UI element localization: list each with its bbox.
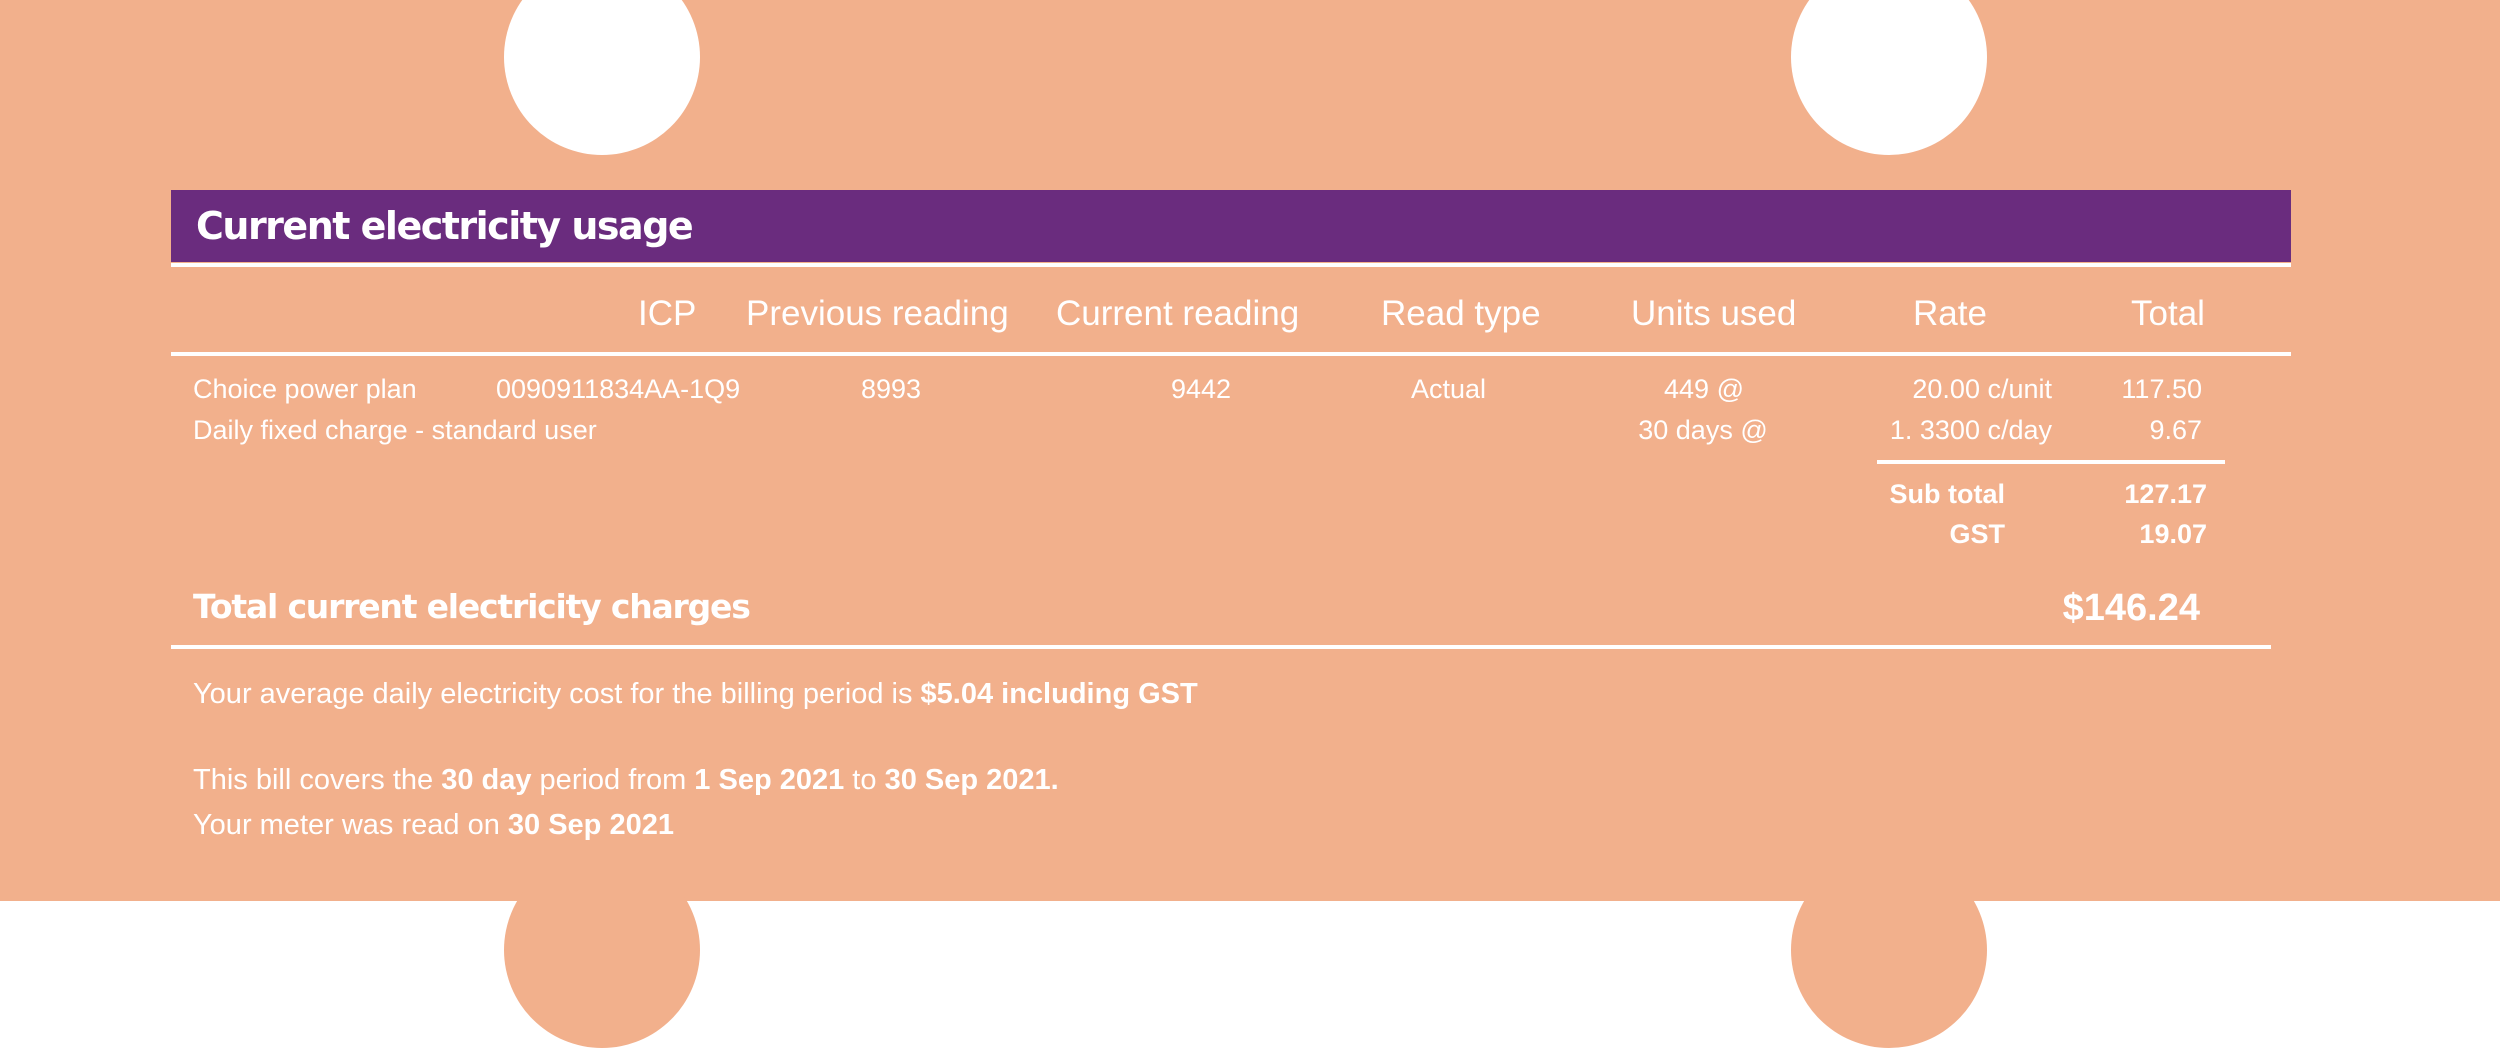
row-total: 9.67 <box>2149 415 2202 445</box>
column-header-units-used: Units used <box>1631 294 1797 333</box>
period-days: 30 day <box>441 764 532 796</box>
note-text: period from <box>531 764 695 796</box>
note-text: to <box>844 764 885 796</box>
billing-period-note: This bill covers the 30 day period from … <box>193 766 1059 795</box>
note-text: Your average daily electricity cost for … <box>193 678 921 710</box>
section-header: Current electricity usage <box>171 190 2291 262</box>
meter-read-note: Your meter was read on 30 Sep 2021 <box>193 811 674 840</box>
meter-read-date: 30 Sep 2021 <box>507 809 674 841</box>
total-charges-label: Total current electricity charges <box>193 587 751 626</box>
row-icp: 0090911834AA-1Q9 <box>496 374 741 404</box>
column-header-total: Total <box>2131 294 2205 333</box>
subtotal-value: 127.17 <box>2124 479 2207 509</box>
decorative-circle <box>1791 852 1987 1048</box>
column-header-icp: ICP <box>638 294 697 333</box>
period-start-date: 1 Sep 2021 <box>694 764 845 796</box>
note-text: This bill covers the <box>193 764 442 796</box>
divider <box>171 352 2291 356</box>
section-title: Current electricity usage <box>196 204 694 248</box>
average-daily-cost-value: $5.04 including GST <box>920 678 1198 710</box>
total-charges-value: $146.24 <box>2062 587 2200 629</box>
row-current-reading: 9442 <box>1171 374 1232 404</box>
column-header-current-reading: Current reading <box>1056 294 1300 333</box>
row-total: 117.50 <box>2121 374 2202 404</box>
gst-value: 19.07 <box>2139 519 2207 549</box>
column-header-previous-reading: Previous reading <box>746 294 1009 333</box>
decorative-circle <box>504 852 700 1048</box>
row-previous-reading: 8993 <box>861 374 922 404</box>
column-header-read-type: Read type <box>1381 294 1541 333</box>
row-description: Choice power plan <box>193 374 417 404</box>
divider <box>171 645 2271 649</box>
subtotal-divider <box>1877 460 2225 464</box>
average-daily-cost-note: Your average daily electricity cost for … <box>193 680 1198 709</box>
row-read-type: Actual <box>1411 374 1487 404</box>
note-text: Your meter was read on <box>193 809 508 841</box>
column-header-rate: Rate <box>1913 294 1987 333</box>
gst-label: GST <box>1949 519 2005 549</box>
divider <box>171 263 2291 267</box>
subtotal-label: Sub total <box>1889 479 2006 509</box>
period-end-date: 30 Sep 2021. <box>884 764 1059 796</box>
row-description: Daily fixed charge - standard user <box>193 415 597 445</box>
